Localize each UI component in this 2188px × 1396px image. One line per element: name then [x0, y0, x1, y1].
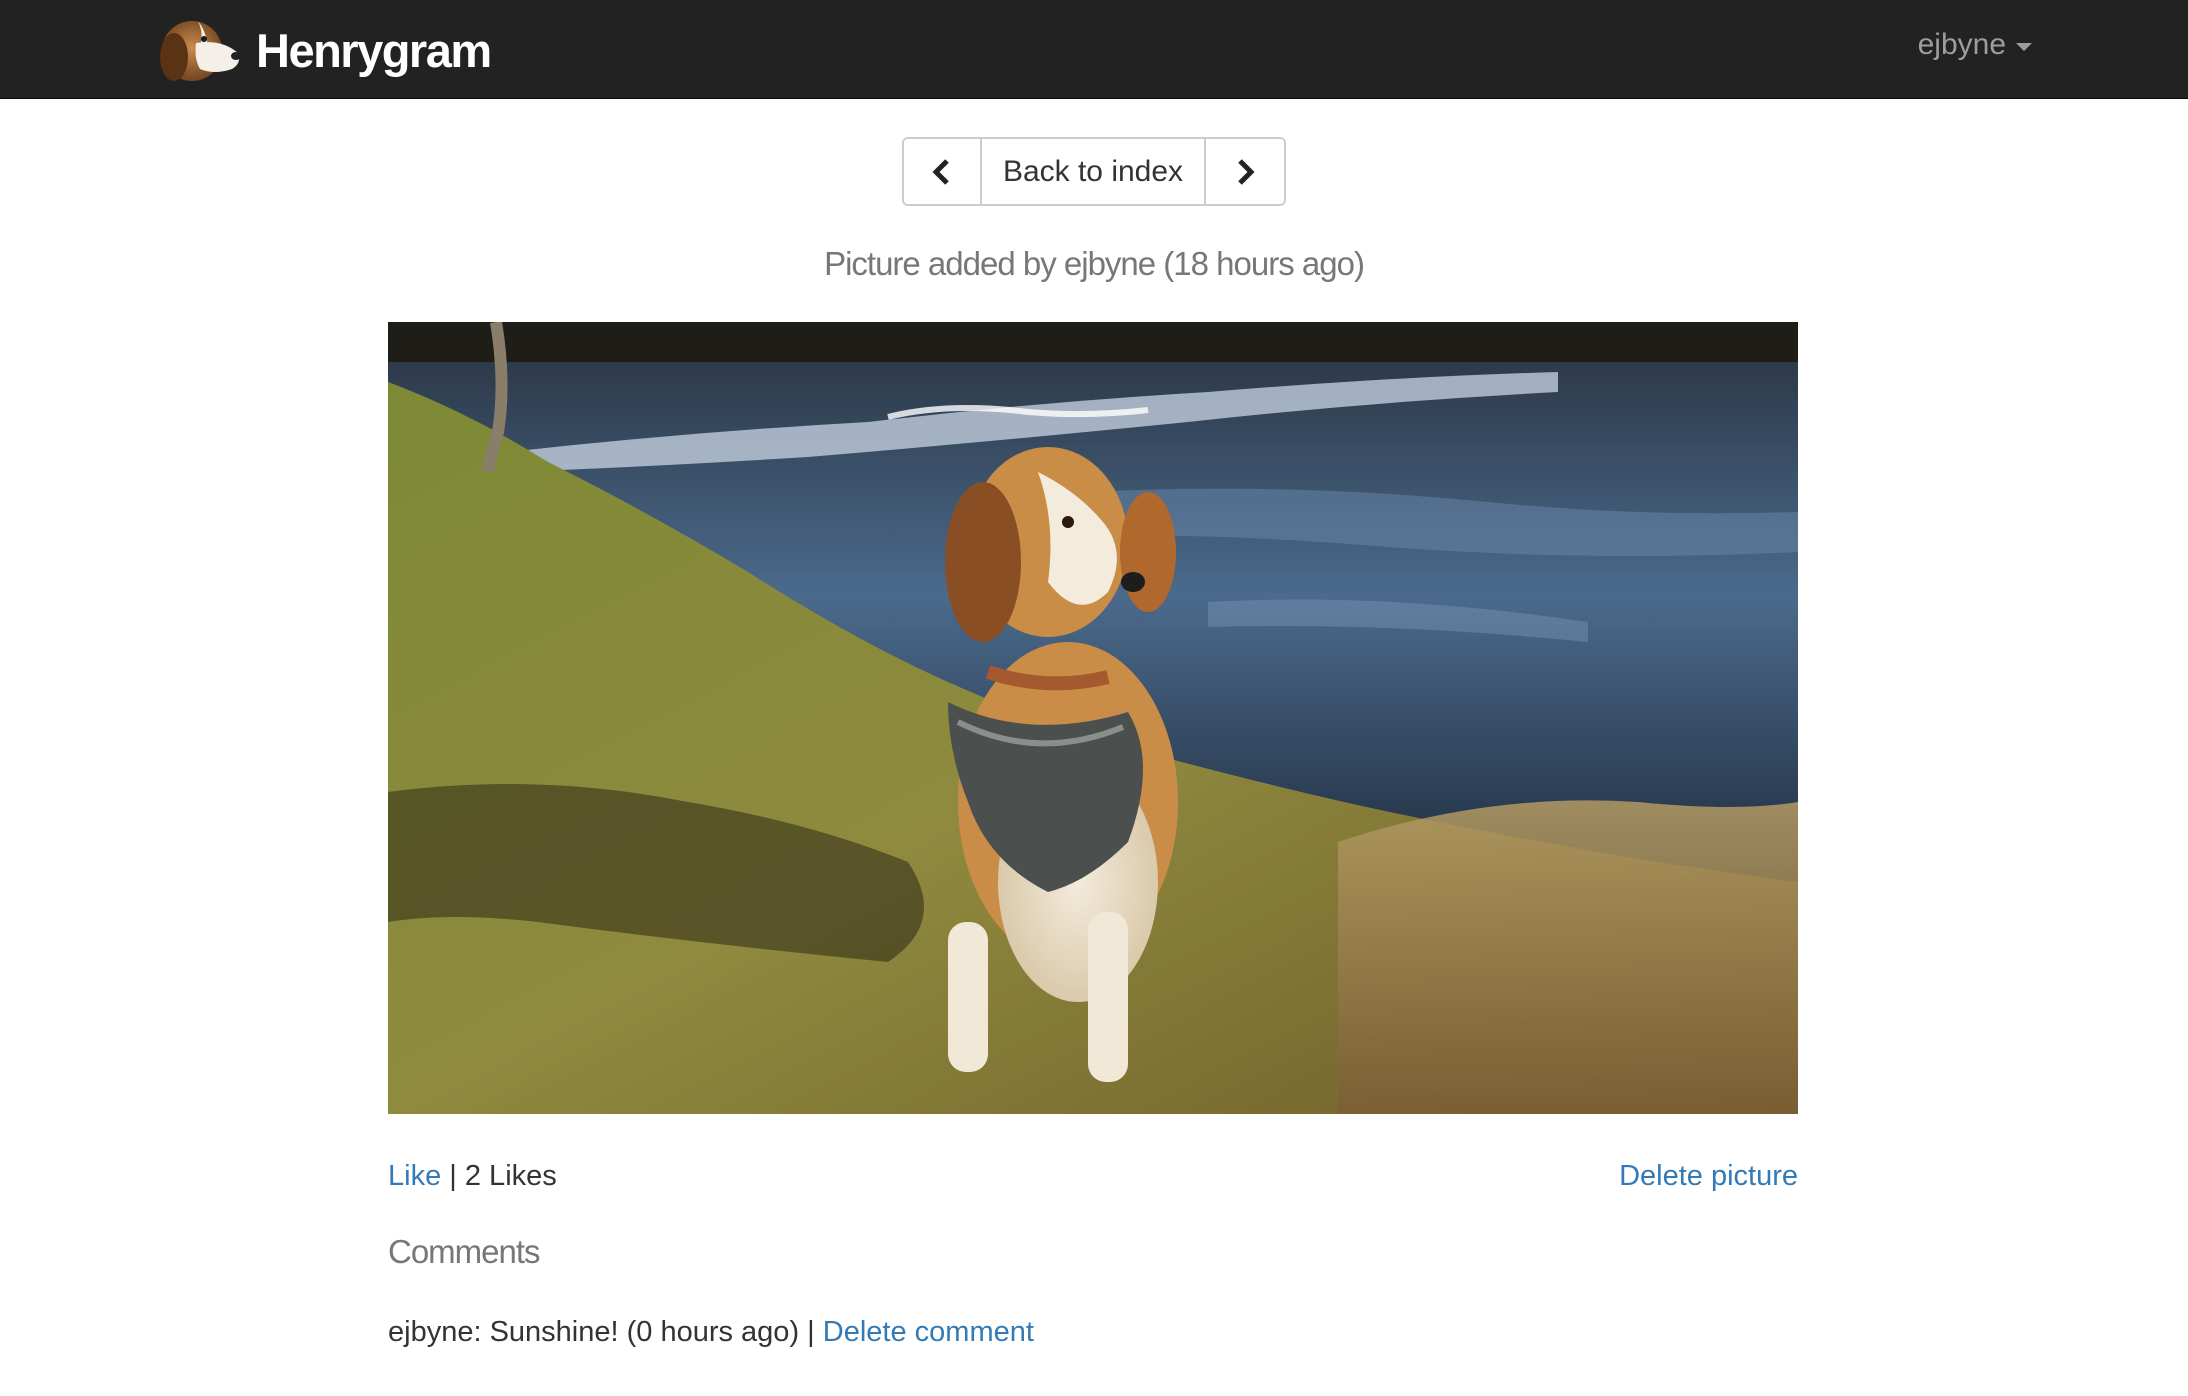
- brand-name: Henrygram: [256, 23, 492, 77]
- previous-picture-button[interactable]: [904, 139, 982, 204]
- likes-separator: |: [449, 1160, 457, 1192]
- comments-heading: Comments: [388, 1233, 541, 1270]
- delete-comment-link[interactable]: Delete comment: [823, 1316, 1034, 1348]
- chevron-right-icon: [1238, 158, 1255, 185]
- beagle-logo-icon: [160, 21, 241, 81]
- back-to-index-button[interactable]: Back to index: [982, 139, 1206, 204]
- picture-caption: Picture added by ejbyne (18 hours ago): [824, 245, 1365, 282]
- user-dropdown[interactable]: ejbyne: [1918, 28, 2032, 62]
- dog-photo: [388, 322, 1798, 1114]
- comment-item: ejbyne: Sunshine! (0 hours ago) | Delete…: [388, 1314, 1034, 1350]
- brand-link[interactable]: Henrygram: [152, 12, 492, 88]
- delete-picture-link[interactable]: Delete picture: [1619, 1158, 1798, 1194]
- likes-row: Like | 2 Likes Delete picture: [388, 1158, 1798, 1194]
- like-link[interactable]: Like: [388, 1160, 441, 1192]
- picture-nav-button-group: Back to index: [902, 137, 1286, 206]
- likes-count: 2 Likes: [464, 1160, 557, 1192]
- comment-text: ejbyne: Sunshine! (0 hours ago): [388, 1316, 800, 1348]
- chevron-left-icon: [932, 158, 949, 185]
- user-name: ejbyne: [1917, 28, 2006, 61]
- comment-separator: |: [807, 1316, 815, 1348]
- next-picture-button[interactable]: [1206, 139, 1284, 204]
- top-navbar: Henrygram ejbyne: [0, 0, 2188, 99]
- caret-down-icon: [2016, 43, 2032, 51]
